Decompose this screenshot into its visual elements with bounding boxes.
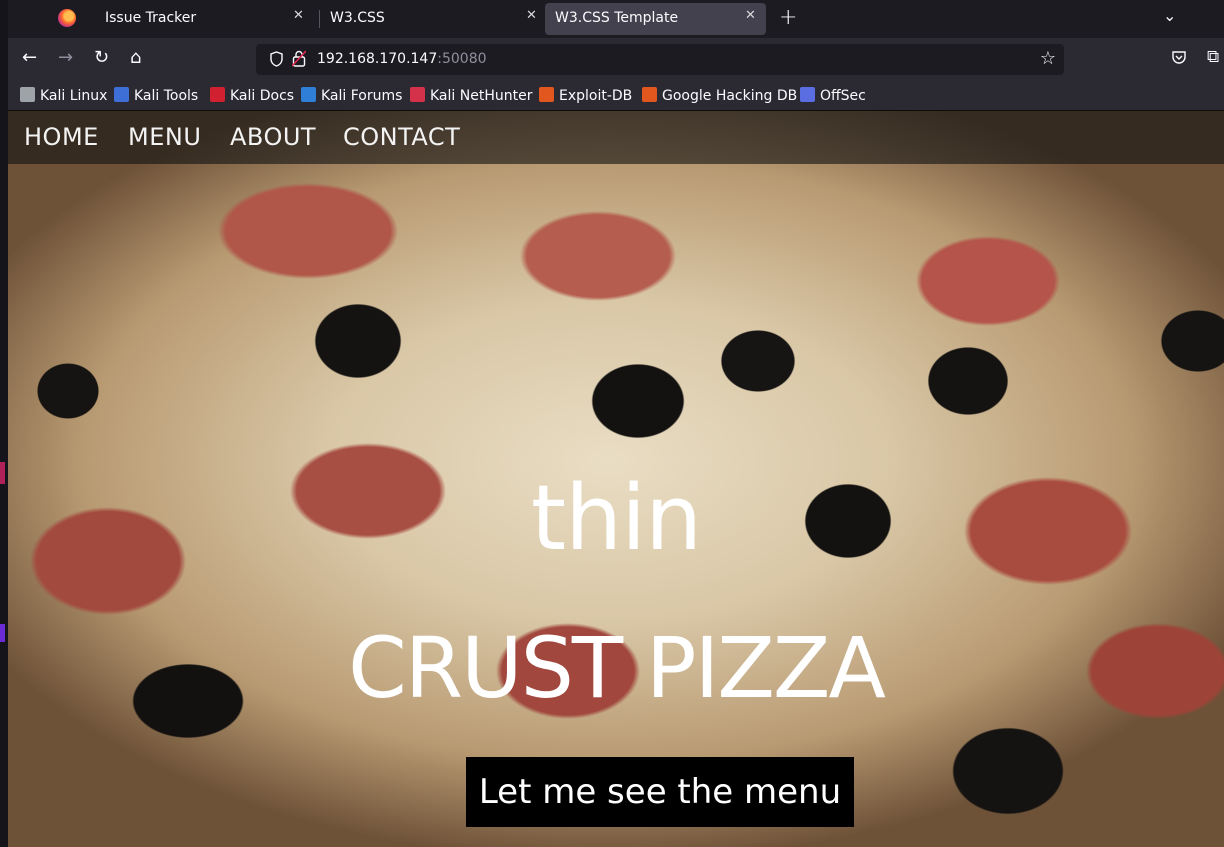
bookmark-kali-linux[interactable]: Kali Linux bbox=[20, 87, 107, 105]
close-icon[interactable]: ✕ bbox=[745, 8, 756, 23]
page-hero-pizza-image: HOME MENU ABOUT CONTACT thin CRUST PIZZA… bbox=[8, 111, 1224, 847]
chevron-down-icon[interactable]: ⌄ bbox=[1163, 6, 1176, 25]
exploit-db-icon bbox=[539, 87, 554, 102]
back-arrow-icon[interactable]: ← bbox=[22, 47, 37, 68]
kali-dragon-icon bbox=[20, 87, 35, 102]
tab-w3css-template[interactable]: W3.CSS Template ✕ bbox=[545, 3, 766, 35]
nav-link-about[interactable]: ABOUT bbox=[230, 123, 316, 151]
forward-arrow-icon[interactable]: → bbox=[58, 47, 73, 68]
bookmark-offsec[interactable]: OffSec bbox=[800, 87, 866, 105]
tab-title: W3.CSS Template bbox=[555, 10, 679, 26]
tab-title: W3.CSS bbox=[330, 10, 385, 26]
bookmark-label: Kali Forums bbox=[321, 88, 403, 104]
hero-title-crust-pizza: CRUST PIZZA bbox=[348, 619, 886, 717]
shield-icon[interactable] bbox=[270, 51, 283, 67]
hero-title-thin: thin bbox=[530, 466, 702, 571]
close-icon[interactable]: ✕ bbox=[293, 8, 304, 23]
site-navbar: HOME MENU ABOUT CONTACT bbox=[8, 111, 1224, 164]
kali-docs-icon bbox=[210, 87, 225, 102]
nethunter-icon bbox=[410, 87, 425, 102]
desktop-edge-marker bbox=[0, 462, 5, 484]
bookmark-star-icon[interactable]: ☆ bbox=[1040, 48, 1056, 69]
bookmark-kali-nethunter[interactable]: Kali NetHunter bbox=[410, 87, 532, 105]
new-tab-button[interactable]: + bbox=[779, 5, 797, 30]
bookmark-label: Kali Tools bbox=[134, 88, 199, 104]
bookmark-label: Exploit-DB bbox=[559, 88, 633, 104]
see-menu-button[interactable]: Let me see the menu bbox=[466, 757, 854, 827]
bookmark-kali-docs[interactable]: Kali Docs bbox=[210, 87, 294, 105]
bookmarks-toolbar: Kali Linux Kali Tools Kali Docs Kali For… bbox=[8, 80, 1224, 111]
bookmark-exploit-db[interactable]: Exploit-DB bbox=[539, 87, 632, 105]
desktop-edge bbox=[0, 0, 8, 847]
kali-tools-icon bbox=[114, 87, 129, 102]
firefox-icon[interactable] bbox=[58, 9, 76, 27]
bookmark-label: Kali Linux bbox=[40, 88, 108, 104]
tab-title: Issue Tracker bbox=[105, 10, 197, 26]
extensions-icon[interactable]: ⧉ bbox=[1207, 47, 1219, 67]
insecure-lock-icon[interactable] bbox=[292, 50, 306, 67]
url-text[interactable]: 192.168.170.147:50080 bbox=[317, 51, 487, 67]
bookmark-google-hacking-db[interactable]: Google Hacking DB bbox=[642, 87, 797, 105]
ghdb-icon bbox=[642, 87, 657, 102]
desktop-edge-marker bbox=[0, 624, 5, 642]
address-bar[interactable]: 192.168.170.147:50080 ☆ bbox=[256, 44, 1064, 75]
reload-icon[interactable]: ↻ bbox=[94, 47, 109, 68]
nav-link-home[interactable]: HOME bbox=[24, 123, 99, 151]
bookmark-kali-forums[interactable]: Kali Forums bbox=[301, 87, 402, 105]
home-icon[interactable]: ⌂ bbox=[130, 47, 141, 68]
nav-link-menu[interactable]: MENU bbox=[128, 123, 201, 151]
nav-link-contact[interactable]: CONTACT bbox=[343, 123, 460, 151]
bookmark-label: Google Hacking DB bbox=[662, 88, 798, 104]
close-icon[interactable]: ✕ bbox=[526, 8, 537, 23]
bookmark-label: OffSec bbox=[820, 88, 866, 104]
offsec-icon bbox=[800, 87, 815, 102]
url-port: :50080 bbox=[437, 51, 487, 67]
navigation-toolbar: ← → ↻ ⌂ 192.168.170.147:50080 ☆ ⧉ bbox=[8, 38, 1224, 80]
tab-w3css[interactable]: W3.CSS ✕ bbox=[320, 0, 545, 36]
kali-forums-icon bbox=[301, 87, 316, 102]
url-host: 192.168.170.147 bbox=[317, 51, 438, 67]
tab-issue-tracker[interactable]: Issue Tracker ✕ bbox=[95, 0, 313, 36]
tab-bar: Issue Tracker ✕ W3.CSS ✕ W3.CSS Template… bbox=[8, 0, 1224, 38]
bookmark-kali-tools[interactable]: Kali Tools bbox=[114, 87, 198, 105]
pocket-icon[interactable] bbox=[1171, 50, 1187, 66]
bookmark-label: Kali NetHunter bbox=[430, 88, 533, 104]
bookmark-label: Kali Docs bbox=[230, 88, 295, 104]
